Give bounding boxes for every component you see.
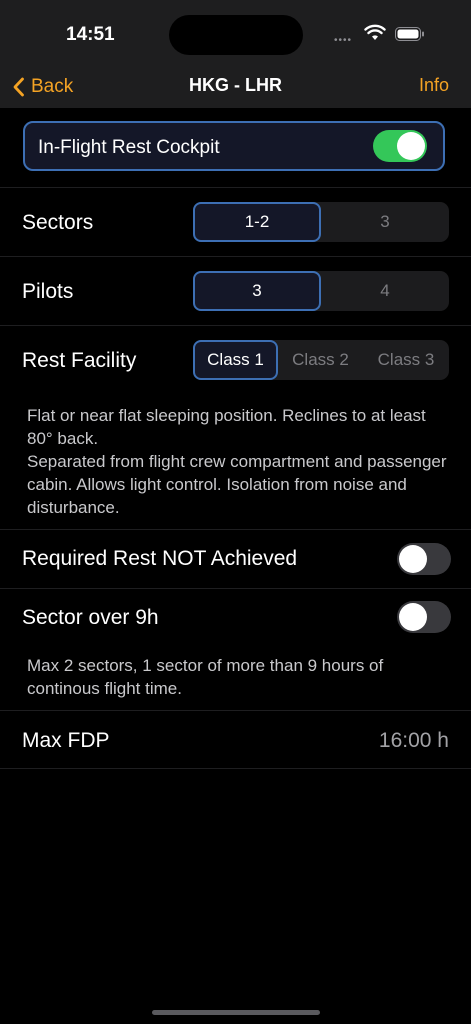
rest-facility-segmented-control: Class 1 Class 2 Class 3 bbox=[193, 340, 449, 380]
sectors-option-1-2[interactable]: 1-2 bbox=[193, 202, 321, 242]
battery-icon bbox=[395, 27, 424, 41]
sectors-label: Sectors bbox=[22, 211, 94, 234]
max-fdp-label: Max FDP bbox=[22, 729, 110, 752]
page-title: HKG - LHR bbox=[189, 75, 282, 95]
pilots-row: Pilots 3 4 bbox=[0, 257, 471, 326]
rest-facility-description-line-1: Flat or near flat sleeping position. Rec… bbox=[27, 406, 426, 448]
dynamic-island bbox=[169, 15, 303, 55]
sector-over-description: Max 2 sectors, 1 sector of more than 9 h… bbox=[27, 656, 384, 698]
toggle-knob bbox=[397, 132, 425, 160]
info-button[interactable]: Info bbox=[419, 75, 449, 96]
pilots-option-4[interactable]: 4 bbox=[321, 271, 449, 311]
pilots-label: Pilots bbox=[22, 280, 74, 303]
rest-facility-description-line-2: Separated from flight crew compartment a… bbox=[27, 452, 447, 517]
required-rest-label: Required Rest NOT Achieved bbox=[22, 547, 298, 570]
rest-facility-row: Rest Facility Class 1 Class 2 Class 3 Fl… bbox=[0, 326, 471, 530]
inflight-rest-label: In-Flight Rest Cockpit bbox=[38, 137, 220, 158]
home-indicator bbox=[152, 1010, 320, 1015]
toggle-knob bbox=[399, 603, 427, 631]
pilots-segmented-control: 3 4 bbox=[193, 271, 449, 311]
required-rest-row: Required Rest NOT Achieved bbox=[0, 530, 471, 589]
max-fdp-value: 16:00 h bbox=[378, 729, 449, 752]
required-rest-toggle[interactable] bbox=[397, 543, 451, 575]
max-fdp-row: Max FDP 16:00 h bbox=[0, 711, 471, 769]
inflight-rest-toggle[interactable] bbox=[373, 130, 427, 162]
sector-over-row: Sector over 9h Max 2 sectors, 1 sector o… bbox=[0, 589, 471, 711]
inflight-rest-card: In-Flight Rest Cockpit bbox=[23, 121, 445, 171]
signal-icon: •••• bbox=[334, 35, 353, 46]
navigation-bar: Back HKG - LHR Info bbox=[0, 66, 471, 108]
sector-over-toggle[interactable] bbox=[397, 601, 451, 633]
rest-facility-description: Flat or near flat sleeping position. Rec… bbox=[27, 404, 447, 519]
pilots-option-3[interactable]: 3 bbox=[193, 271, 321, 311]
rest-facility-option-class-3[interactable]: Class 3 bbox=[363, 340, 449, 380]
rest-facility-option-class-2[interactable]: Class 2 bbox=[278, 340, 363, 380]
wifi-icon bbox=[364, 24, 386, 40]
status-bar: 14:51 •••• bbox=[0, 0, 471, 66]
status-time: 14:51 bbox=[66, 24, 115, 45]
sectors-row: Sectors 1-2 3 bbox=[0, 188, 471, 257]
rest-facility-option-class-1[interactable]: Class 1 bbox=[193, 340, 278, 380]
sectors-option-3[interactable]: 3 bbox=[321, 202, 449, 242]
sector-over-label: Sector over 9h bbox=[22, 606, 159, 629]
rest-facility-label: Rest Facility bbox=[22, 349, 137, 372]
inflight-rest-row: In-Flight Rest Cockpit bbox=[0, 108, 471, 188]
sectors-segmented-control: 1-2 3 bbox=[193, 202, 449, 242]
toggle-knob bbox=[399, 545, 427, 573]
